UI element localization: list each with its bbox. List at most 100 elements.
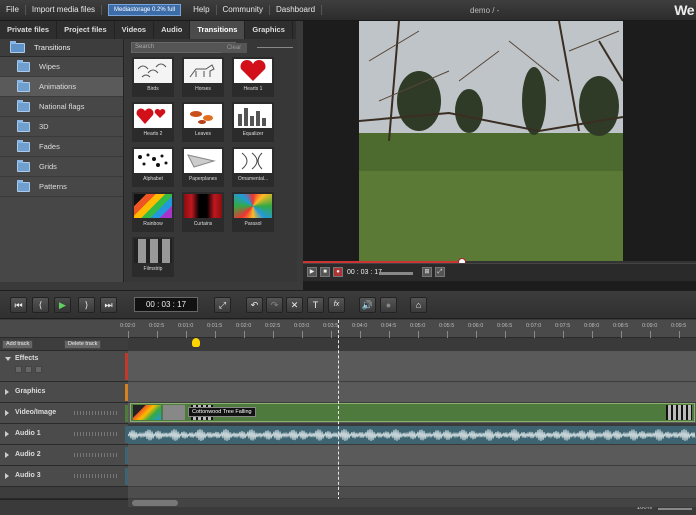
expand-icon[interactable] [5, 473, 9, 479]
timeline-ruler[interactable]: 0:02:0 0:02:5 0:01:0 0:01:5 0:02:0 0:02:5 0:03… [0, 320, 696, 338]
preview-volume-slider[interactable] [379, 272, 413, 275]
tab-project-files[interactable]: Project files [57, 21, 115, 39]
fit-icon[interactable]: ⤢ [214, 297, 231, 313]
effect-tile-curtains[interactable]: Curtains [182, 192, 224, 232]
track-effects-body[interactable] [128, 351, 696, 382]
ruler-tick [128, 331, 129, 338]
track-video-image[interactable]: Video/Image [0, 403, 128, 424]
effect-tile-equalizer[interactable]: Equalizer [232, 102, 274, 142]
volume-icon[interactable]: 🔊 [359, 297, 376, 313]
ruler-tick [273, 331, 274, 338]
expand-icon[interactable] [5, 389, 9, 395]
preview-stop-icon[interactable]: ■ [320, 267, 330, 277]
track-volume-slider[interactable] [74, 453, 118, 457]
playhead[interactable] [338, 320, 339, 500]
thumbnail-size-slider[interactable] [257, 47, 293, 48]
audio-waveform[interactable] [128, 426, 696, 444]
effect-toggle-icon[interactable] [35, 366, 42, 373]
track-graphics-body[interactable] [128, 382, 696, 403]
effect-tile-leaves[interactable]: Leaves [182, 102, 224, 142]
last-frame-icon[interactable]: ⏭ [100, 297, 117, 313]
track-name: Audio 1 [15, 430, 41, 437]
clip-filmstrip-right [666, 405, 692, 420]
export-icon[interactable]: ⌂ [410, 297, 427, 313]
track-audio-1[interactable]: Audio 1 [0, 424, 128, 445]
effect-tile-parasol[interactable]: Parasol [232, 192, 274, 232]
menu-import-media-files[interactable]: Import media files [26, 5, 103, 15]
menu-help[interactable]: Help [187, 5, 217, 15]
next-frame-icon[interactable]: ⟩ [78, 297, 95, 313]
effect-tile-hearts-1[interactable]: Hearts 1 [232, 57, 274, 97]
undo-icon[interactable]: ↶ [246, 297, 263, 313]
effect-toggle-icon[interactable] [25, 366, 32, 373]
effect-tile-rainbow[interactable]: Rainbow [132, 192, 174, 232]
collapse-icon[interactable] [5, 357, 11, 361]
track-volume-slider[interactable] [74, 432, 118, 436]
ruler-tick [679, 331, 680, 338]
track-audio-2[interactable]: Audio 2 [0, 445, 128, 466]
category-wipes[interactable]: Wipes [0, 57, 123, 77]
delete-icon[interactable]: ✕ [286, 297, 303, 313]
expand-icon[interactable] [5, 452, 9, 458]
category-grids[interactable]: Grids [0, 157, 123, 177]
add-track-button[interactable]: Add track [2, 340, 34, 349]
effect-tile-ornamental[interactable]: Ornamental... [232, 147, 274, 187]
zoom-slider[interactable] [658, 508, 692, 510]
category-label: 3D [39, 122, 49, 131]
redo-icon[interactable]: ↷ [266, 297, 283, 313]
tab-audio[interactable]: Audio [154, 21, 191, 39]
scrollbar-thumb[interactable] [132, 500, 178, 506]
preview-fullscreen-icon[interactable]: ⤢ [435, 267, 445, 277]
track-graphics[interactable]: Graphics [0, 382, 128, 403]
category-animations[interactable]: Animations [0, 77, 123, 97]
preview-play-icon[interactable]: ▶ [307, 267, 317, 277]
play-icon[interactable]: ▶ [54, 297, 71, 313]
ruler-label: 0:08:5 [613, 323, 629, 329]
effect-tile-paperplanes[interactable]: Paperplanes [182, 147, 224, 187]
effect-toggle-icon[interactable] [15, 366, 22, 373]
effect-tile-birds[interactable]: Birds [132, 57, 174, 97]
category-3d[interactable]: 3D [0, 117, 123, 137]
expand-icon[interactable] [5, 410, 9, 416]
track-audio-2-body[interactable] [128, 445, 696, 466]
menu-file[interactable]: File [0, 5, 26, 15]
delete-track-button[interactable]: Delete track [64, 340, 102, 349]
category-root[interactable]: Transitions [0, 39, 123, 57]
record-icon[interactable]: ● [380, 297, 397, 313]
preview-snapshot-icon[interactable]: ⊞ [422, 267, 432, 277]
track-audio-3-body[interactable] [128, 466, 696, 487]
track-volume-slider[interactable] [74, 474, 118, 478]
track-name: Effects [15, 355, 39, 362]
effect-tile-horses[interactable]: Horses [182, 57, 224, 97]
first-frame-icon[interactable]: ⏮ [10, 297, 27, 313]
timeline-marker[interactable] [192, 338, 200, 347]
tab-private-files[interactable]: Private files [0, 21, 58, 39]
category-fades[interactable]: Fades [0, 137, 123, 157]
video-frame[interactable] [359, 21, 623, 261]
effect-tile-filmstrip[interactable]: Filmstrip [132, 237, 174, 277]
track-volume-slider[interactable] [74, 411, 118, 415]
category-label: Grids [39, 162, 57, 171]
previous-frame-icon[interactable]: ⟨ [32, 297, 49, 313]
effect-tile-alphabet[interactable]: Alphabet [132, 147, 174, 187]
track-footer [0, 487, 128, 499]
category-patterns[interactable]: Patterns [0, 177, 123, 197]
effect-tile-hearts-2[interactable]: Hearts 2 [132, 102, 174, 142]
horizontal-scrollbar[interactable] [128, 499, 696, 507]
tab-videos[interactable]: Videos [115, 21, 155, 39]
effect-label: Filmstrip [143, 266, 163, 272]
title-icon[interactable]: T [307, 297, 324, 313]
menu-community[interactable]: Community [217, 5, 270, 15]
tab-transitions[interactable]: Transitions [190, 21, 246, 39]
clear-button[interactable]: Clear [221, 43, 247, 53]
ruler-tick [186, 331, 187, 338]
menu-dashboard[interactable]: Dashboard [270, 5, 323, 15]
track-effects[interactable]: Effects [0, 351, 128, 382]
tab-graphics[interactable]: Graphics [245, 21, 293, 39]
category-national-flags[interactable]: National flags [0, 97, 123, 117]
preview-record-icon[interactable]: ● [333, 267, 343, 277]
clip-transition[interactable] [163, 405, 185, 420]
fx-icon[interactable]: fx [328, 297, 345, 313]
track-audio-3[interactable]: Audio 3 [0, 466, 128, 487]
expand-icon[interactable] [5, 431, 9, 437]
